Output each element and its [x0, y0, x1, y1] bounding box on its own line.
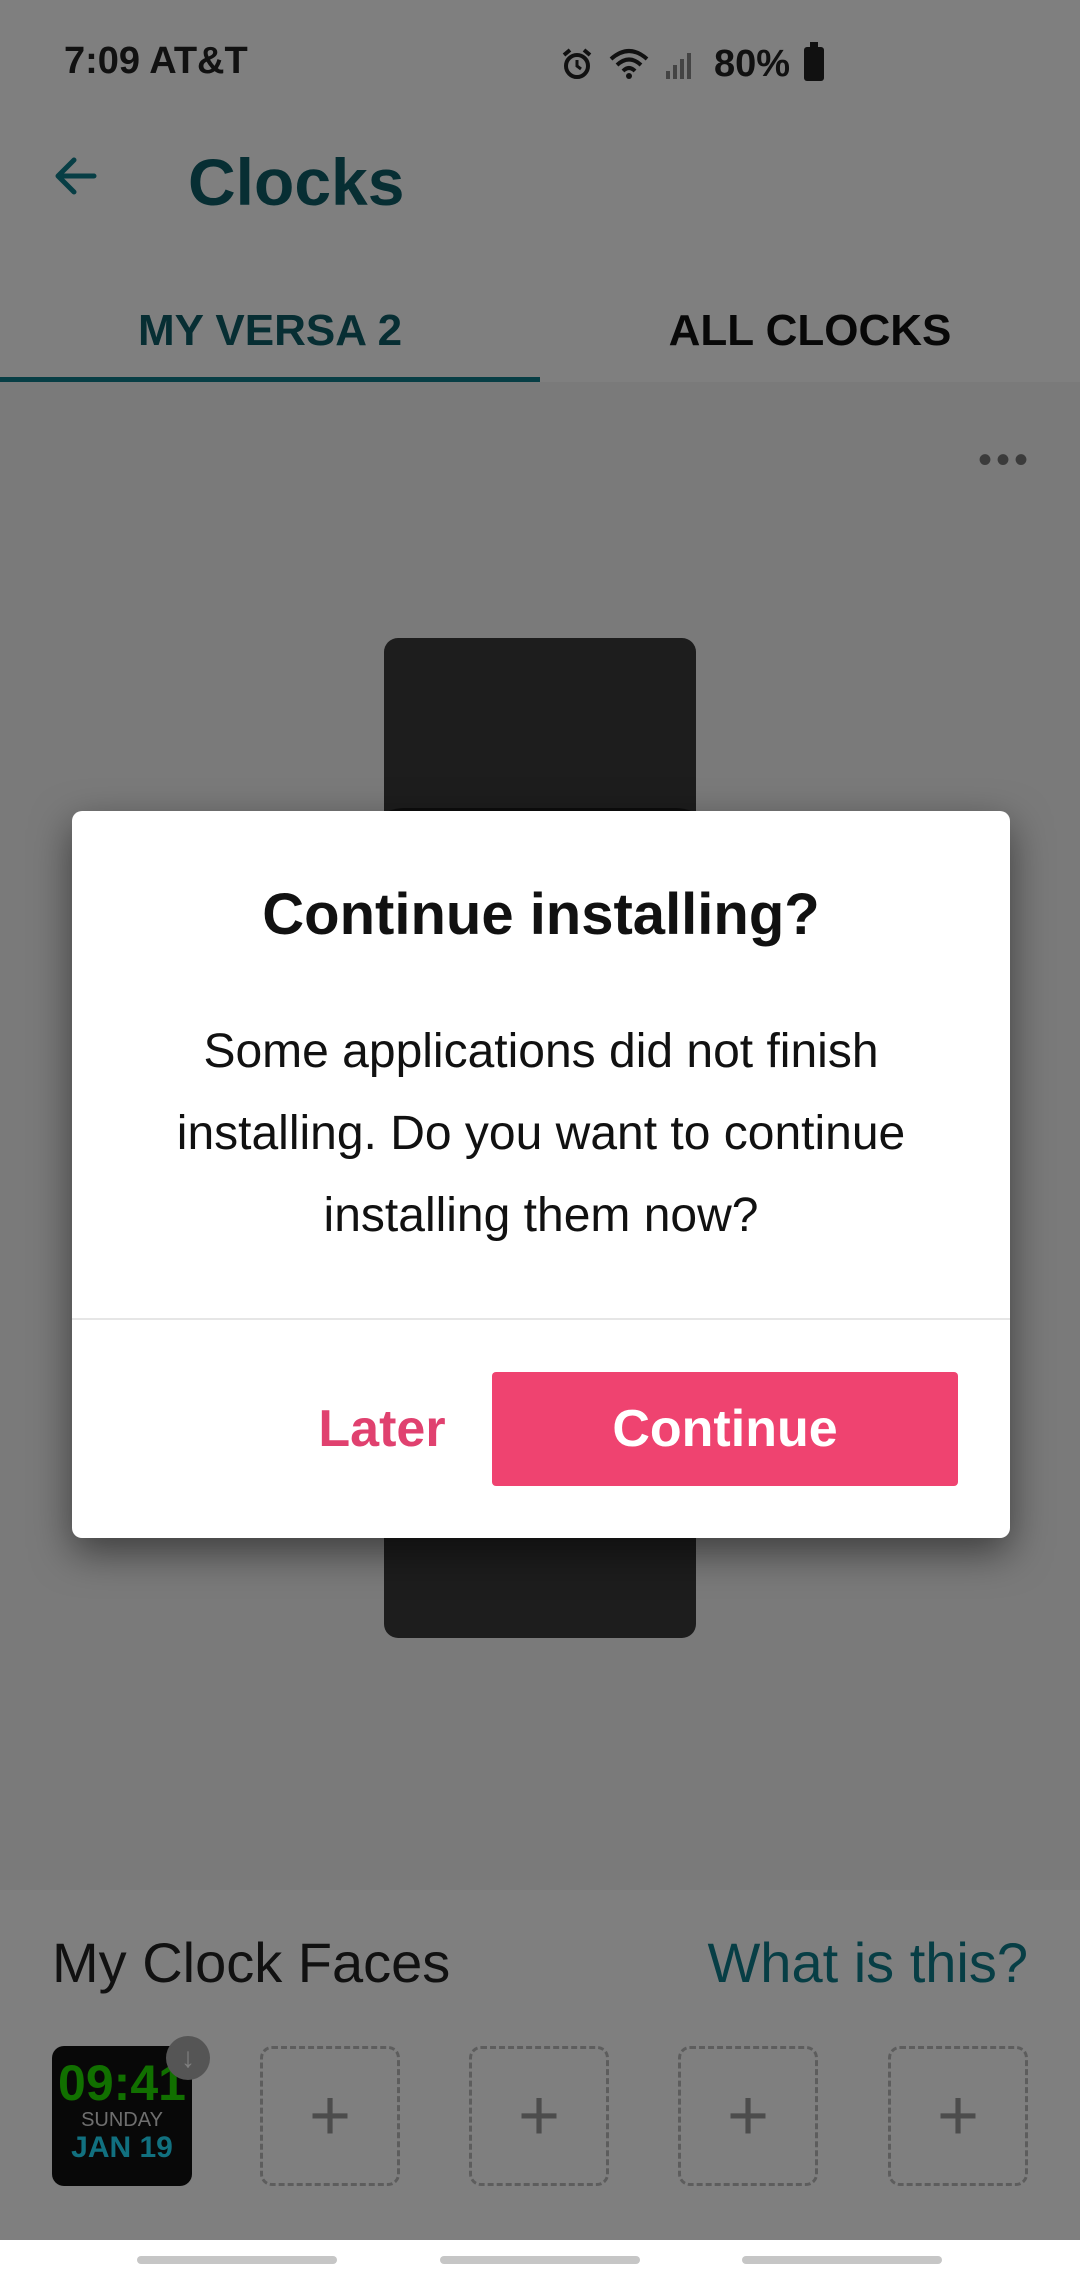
nav-back[interactable]: [742, 2256, 942, 2264]
nav-home[interactable]: [440, 2256, 640, 2264]
system-nav-bar: [0, 2240, 1080, 2280]
app-screen: 7:09 AT&T 80%: [0, 0, 1080, 2280]
nav-recents[interactable]: [137, 2256, 337, 2264]
dialog-title: Continue installing?: [262, 882, 820, 947]
dialog-divider: [72, 1318, 1010, 1320]
continue-button[interactable]: Continue: [492, 1372, 958, 1486]
continue-installing-dialog: Continue installing? Some applications d…: [72, 811, 1010, 1538]
dialog-message: Some applications did not finish install…: [176, 1025, 906, 1242]
